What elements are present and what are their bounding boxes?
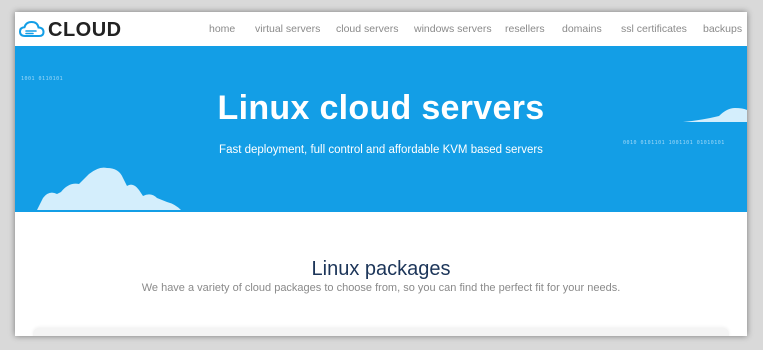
hero-subtitle: Fast deployment, full control and afford… xyxy=(219,144,543,156)
nav-item-windows-servers[interactable]: windows servers xyxy=(414,23,492,35)
hero-banner: 1001 0110101 0010 0101101 1001101 010101… xyxy=(15,46,747,212)
site-header: CLOUD home virtual servers cloud servers… xyxy=(15,12,747,46)
section-title: Linux packages xyxy=(311,258,451,280)
browser-viewport: CLOUD home virtual servers cloud servers… xyxy=(15,12,747,336)
package-card-edge xyxy=(33,328,729,336)
binary-decoration-left: 1001 0110101 xyxy=(21,76,64,82)
nav-item-resellers[interactable]: resellers xyxy=(505,23,545,35)
packages-section: Linux packages We have a variety of clou… xyxy=(15,212,747,336)
nav-item-domains[interactable]: domains xyxy=(562,23,602,35)
hero-title: Linux cloud servers xyxy=(217,89,545,127)
cloud-illustration-left xyxy=(37,167,181,210)
main-nav: home virtual servers cloud servers windo… xyxy=(15,23,747,39)
nav-item-home[interactable]: home xyxy=(209,23,235,35)
nav-item-virtual-servers[interactable]: virtual servers xyxy=(255,23,320,35)
nav-item-ssl-certificates[interactable]: ssl certificates xyxy=(621,23,687,35)
section-description: We have a variety of cloud packages to c… xyxy=(141,282,621,294)
nav-item-cloud-servers[interactable]: cloud servers xyxy=(336,23,398,35)
nav-item-backups[interactable]: backups xyxy=(703,23,742,35)
